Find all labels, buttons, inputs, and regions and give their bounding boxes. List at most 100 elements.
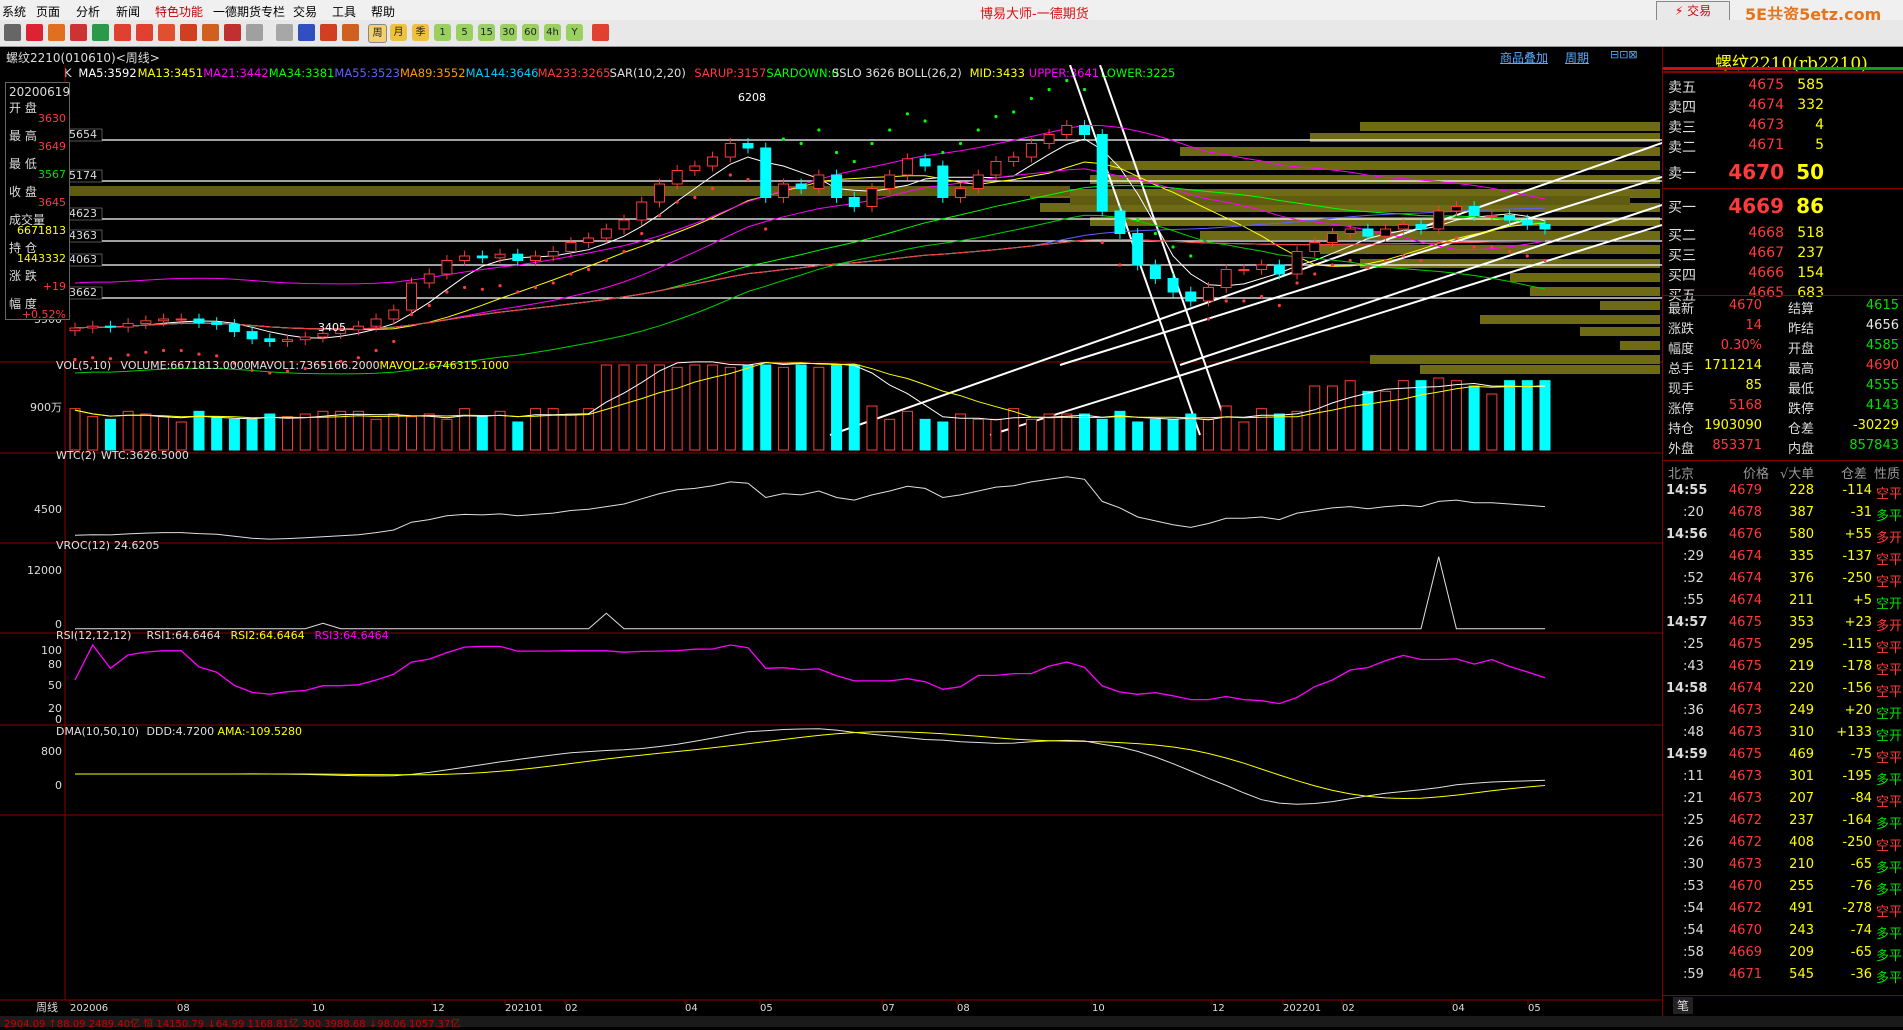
volume-profile-bar	[1580, 327, 1660, 336]
tick-row[interactable]: :48 4673 310 +133 空开	[1663, 725, 1903, 747]
period-60min-button[interactable]: 60	[522, 24, 539, 41]
order-book-row[interactable]: 买二 4668 518	[1663, 225, 1903, 245]
tick-price: 4672	[1728, 813, 1762, 828]
tick-row[interactable]: 14:57 4675 353 +23 多开	[1663, 615, 1903, 637]
tick-row[interactable]: :11 4673 301 -195 多平	[1663, 769, 1903, 791]
tick-row[interactable]: :21 4673 207 -84 空平	[1663, 791, 1903, 813]
sar-dot	[1543, 258, 1547, 263]
tick-row[interactable]: :20 4678 387 -31 多平	[1663, 505, 1903, 527]
tick-oi-change: -76	[1850, 879, 1872, 894]
tick-row[interactable]: :25 4675 295 -115 空平	[1663, 637, 1903, 659]
period-month-button[interactable]: 月	[390, 24, 407, 41]
refresh-icon[interactable]	[92, 24, 109, 41]
tick-row[interactable]: :54 4672 491 -278 空平	[1663, 901, 1903, 923]
tick-row[interactable]: :26 4672 408 -250 空平	[1663, 835, 1903, 857]
window-controls-icon[interactable]: ⊟⊡⊠	[1610, 48, 1638, 61]
menu-yide-column[interactable]: 一德期货专栏	[213, 3, 285, 20]
bookmark-icon[interactable]	[48, 24, 65, 41]
minute-chart-icon[interactable]	[342, 24, 359, 41]
zoom-out-icon[interactable]	[136, 24, 153, 41]
menu-analysis[interactable]: 分析	[76, 3, 100, 20]
candle-body	[565, 242, 577, 252]
drawing-line-icon[interactable]	[202, 24, 219, 41]
tick-row[interactable]: :36 4673 249 +20 空开	[1663, 703, 1903, 725]
candle-body	[937, 165, 949, 198]
legend-dma: DMA(10,50,10)	[56, 725, 139, 738]
menu-trade[interactable]: 交易	[293, 3, 317, 20]
order-book-row[interactable]: 买三 4667 237	[1663, 245, 1903, 265]
menu-system[interactable]: 系统	[2, 3, 26, 20]
candle-body	[1326, 233, 1338, 243]
tick-row[interactable]: :25 4672 237 -164 多平	[1663, 813, 1903, 835]
tick-row[interactable]: :43 4675 219 -178 空平	[1663, 659, 1903, 681]
sar-dot	[161, 348, 166, 353]
tick-volume: 387	[1789, 505, 1814, 520]
table-icon[interactable]	[276, 24, 293, 41]
order-book-row[interactable]: 买一 4669 86	[1663, 194, 1903, 218]
filter-icon[interactable]	[224, 24, 241, 41]
order-book-row[interactable]: 买四 4666 154	[1663, 265, 1903, 285]
tick-row[interactable]: :54 4670 243 -74 多平	[1663, 923, 1903, 945]
tick-row[interactable]: :58 4669 209 -65 多平	[1663, 945, 1903, 967]
menu-tools[interactable]: 工具	[332, 3, 356, 20]
tick-volume: 228	[1789, 483, 1814, 498]
back-icon[interactable]	[4, 24, 21, 41]
tick-row[interactable]: :59 4671 545 -36 多平	[1663, 967, 1903, 989]
order-book-row[interactable]: 卖二 4671 5	[1663, 137, 1903, 157]
draw-tool-icon[interactable]	[158, 24, 175, 41]
overlay-commodity-link[interactable]: 商品叠加	[1500, 49, 1548, 66]
period-30min-button[interactable]: 30	[500, 24, 517, 41]
kline-icon[interactable]	[320, 24, 337, 41]
tick-row[interactable]: 14:56 4676 580 +55 多开	[1663, 527, 1903, 549]
period-link[interactable]: 周期	[1565, 49, 1589, 66]
tick-row[interactable]: :30 4673 210 -65 多平	[1663, 857, 1903, 879]
info-value: 1443332	[17, 252, 66, 265]
volume-bar	[795, 364, 807, 451]
tick-price: 4675	[1728, 747, 1762, 762]
candle-body	[1185, 291, 1197, 302]
period-15min-button[interactable]: 15	[478, 24, 495, 41]
tick-row[interactable]: 14:58 4674 220 -156 空平	[1663, 681, 1903, 703]
tick-row[interactable]: :52 4674 376 -250 空平	[1663, 571, 1903, 593]
period-4h-button[interactable]: 4h	[544, 24, 561, 41]
legend-wtc: WTC(2)	[56, 449, 96, 462]
period-1min-button[interactable]: 1	[434, 24, 451, 41]
menu-help[interactable]: 帮助	[371, 3, 395, 20]
period-week-button[interactable]: 周	[368, 24, 387, 43]
period-5min-button[interactable]: 5	[456, 24, 473, 41]
stat-value: 857843	[1849, 438, 1899, 453]
tick-nature: 多平	[1875, 509, 1902, 524]
chart-icon[interactable]	[298, 24, 315, 41]
candle-body	[1273, 264, 1285, 275]
settings-icon[interactable]	[246, 24, 263, 41]
menu-page[interactable]: 页面	[36, 3, 60, 20]
info-value: +19	[42, 280, 66, 293]
candle-body	[689, 165, 701, 171]
sar-dot	[1384, 258, 1388, 263]
select-stock-icon[interactable]	[70, 24, 87, 41]
order-book-row[interactable]: 卖五 4675 585	[1663, 77, 1903, 97]
period-year-button[interactable]: Y	[566, 24, 583, 41]
pencil-icon[interactable]	[180, 24, 197, 41]
tick-row[interactable]: 14:55 4679 228 -114 空平	[1663, 483, 1903, 505]
order-book-row[interactable]: 卖一 4670 50	[1663, 160, 1903, 184]
kline-chart[interactable]: 5654517446234363406336624000350062083405…	[0, 65, 1662, 1016]
tick-row[interactable]: 14:59 4675 469 -75 空平	[1663, 747, 1903, 769]
tick-row[interactable]: :29 4674 335 -137 空平	[1663, 549, 1903, 571]
calculator-icon[interactable]	[592, 24, 609, 41]
stat-label: 涨停	[1668, 402, 1695, 417]
stat-label: 涨跌	[1668, 322, 1695, 337]
tick-row[interactable]: :53 4670 255 -76 多平	[1663, 879, 1903, 901]
tick-tab[interactable]: 笔	[1673, 997, 1694, 1014]
order-book-row[interactable]: 卖四 4674 332	[1663, 97, 1903, 117]
zoom-in-icon[interactable]	[114, 24, 131, 41]
order-book-row[interactable]: 卖三 4673 4	[1663, 117, 1903, 137]
trade-button[interactable]: ⚡ 交易	[1656, 1, 1730, 21]
tick-row[interactable]: :55 4674 211 +5 空开	[1663, 593, 1903, 615]
ma55-line	[74, 207, 1546, 330]
menu-features[interactable]: 特色功能	[155, 3, 203, 20]
home-icon[interactable]	[26, 24, 43, 41]
menu-news[interactable]: 新闻	[116, 3, 140, 20]
period-quarter-button[interactable]: 季	[412, 24, 429, 41]
info-value: 3645	[38, 196, 66, 209]
